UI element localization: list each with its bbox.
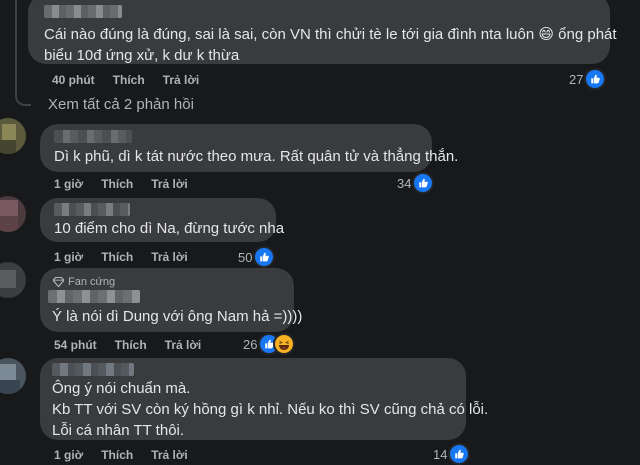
comment-time[interactable]: 1 giờ (54, 177, 83, 191)
reaction-summary[interactable]: 26 (243, 335, 294, 353)
fan-badge[interactable]: Fan cứng (53, 276, 115, 288)
comment-actions: 54 phút Thích Trả lời (54, 338, 219, 352)
comment-text: Cái nào đúng là đúng, sai là sai, còn VN… (44, 26, 617, 43)
commenter-name[interactable] (48, 290, 140, 303)
avatar[interactable] (0, 196, 26, 232)
comment-time[interactable]: 40 phút (52, 73, 95, 87)
reaction-summary[interactable]: 50 (238, 248, 274, 266)
reply-button[interactable]: Trả lời (151, 250, 188, 264)
avatar[interactable] (0, 118, 26, 154)
avatar[interactable] (0, 358, 26, 394)
comment-actions: 1 giờ Thích Trả lời (54, 250, 206, 264)
reply-button[interactable]: Trả lời (165, 338, 202, 352)
see-all-replies-link[interactable]: Xem tất cả 2 phản hồi (48, 96, 194, 113)
comment-text: Ý là nói dì Dung với ông Nam hả =)))) (52, 308, 303, 325)
comment-actions: 40 phút Thích Trả lời (52, 73, 217, 87)
commenter-name[interactable] (54, 130, 132, 143)
reaction-count: 14 (433, 446, 448, 462)
comment-actions: 1 giờ Thích Trả lời (54, 177, 206, 191)
like-button[interactable]: Thích (115, 338, 147, 352)
diamond-icon (53, 277, 64, 287)
comment-time[interactable]: 54 phút (54, 338, 97, 352)
like-icon (414, 174, 433, 192)
reaction-count: 26 (243, 336, 258, 352)
commenter-name[interactable] (52, 363, 134, 376)
comment-text: Kb TT với SV còn ký hồng gì k nhỉ. Nếu k… (52, 401, 489, 418)
like-icon (255, 248, 274, 266)
like-button[interactable]: Thích (101, 250, 133, 264)
commenter-name[interactable] (54, 203, 130, 216)
like-icon (586, 70, 605, 88)
thread-line (15, 0, 17, 95)
reaction-count: 27 (569, 71, 584, 87)
haha-icon (275, 335, 294, 353)
reply-arrow-icon (15, 92, 31, 106)
reaction-summary[interactable]: 27 (569, 70, 605, 88)
comment-text: 10 điểm cho dì Na, đừng tước nha (54, 220, 285, 237)
comment-time[interactable]: 1 giờ (54, 250, 83, 264)
fan-badge-label: Fan cứng (68, 276, 116, 288)
reaction-summary[interactable]: 34 (397, 174, 433, 192)
like-button[interactable]: Thích (101, 177, 133, 191)
like-icon (450, 445, 469, 463)
comment-actions: 1 giờ Thích Trả lời (54, 448, 206, 462)
reaction-summary[interactable]: 14 (433, 445, 469, 463)
comment-text: biểu 10đ ứng xử, k dư k thừa (44, 47, 240, 64)
comment-text: Dì k phũ, dì k tát nước theo mưa. Rất qu… (54, 148, 459, 165)
comment-text: Lỗi cá nhân TT thôi. (52, 422, 185, 439)
commenter-name[interactable] (44, 5, 122, 18)
comment-text: Ông ý nói chuẩn mà. (52, 380, 191, 397)
like-button[interactable]: Thích (101, 448, 133, 462)
reaction-count: 50 (238, 249, 253, 265)
avatar[interactable] (0, 262, 26, 298)
reply-button[interactable]: Trả lời (151, 177, 188, 191)
like-button[interactable]: Thích (113, 73, 145, 87)
reaction-count: 34 (397, 175, 412, 191)
reply-button[interactable]: Trả lời (151, 448, 188, 462)
comment-time[interactable]: 1 giờ (54, 448, 83, 462)
reply-button[interactable]: Trả lời (163, 73, 200, 87)
